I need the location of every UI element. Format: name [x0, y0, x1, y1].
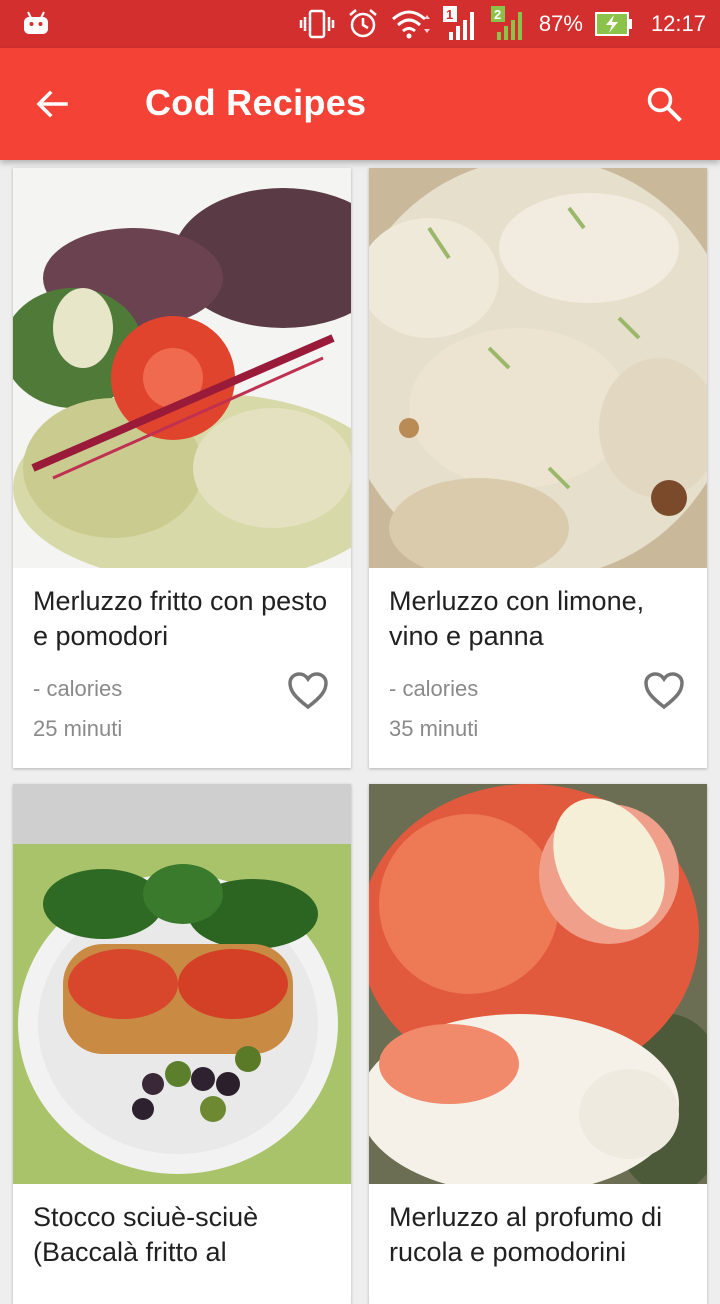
recipe-photo — [369, 784, 707, 1184]
recipe-time: 35 minuti — [389, 716, 479, 741]
heart-outline-icon — [644, 672, 684, 710]
recipe-photo — [13, 784, 351, 1184]
recipe-card[interactable]: Merluzzo con limone, vino e panna - calo… — [369, 168, 707, 768]
recipe-photo — [13, 168, 351, 568]
recipe-card[interactable]: Merluzzo fritto con pesto e pomodori - c… — [13, 168, 351, 768]
search-button[interactable] — [636, 76, 692, 132]
vibrate-icon — [299, 9, 335, 39]
app-bar: Cod Recipes — [0, 48, 720, 160]
battery-percent: 87% — [538, 11, 583, 36]
status-bar: 1 2 87% 12:17 — [0, 0, 720, 48]
clock: 12:17 — [650, 11, 706, 36]
recipe-title: Merluzzo fritto con pesto e pomodori — [33, 586, 328, 651]
favorite-button[interactable] — [285, 668, 331, 714]
recipe-title: Merluzzo al profumo di rucola e pomodori… — [389, 1202, 663, 1267]
favorite-button[interactable] — [641, 668, 687, 714]
arrow-back-icon — [36, 90, 68, 118]
page-title: Cod Recipes — [145, 82, 367, 123]
android-notification-icon — [24, 11, 48, 34]
battery-charging-icon — [594, 12, 632, 36]
sim2-signal-icon: 2 — [490, 6, 522, 40]
recipe-title: Merluzzo con limone, vino e panna — [389, 586, 645, 651]
wifi-icon — [391, 10, 430, 39]
recipe-card[interactable]: Stocco sciuè-sciuè (Baccalà fritto al — [13, 784, 351, 1304]
alarm-icon — [349, 9, 377, 38]
svg-text:1: 1 — [446, 7, 453, 22]
back-button[interactable] — [24, 76, 80, 132]
recipe-card[interactable]: Merluzzo al profumo di rucola e pomodori… — [369, 784, 707, 1304]
recipe-photo — [369, 168, 707, 568]
recipe-time: 25 minuti — [33, 716, 123, 741]
heart-outline-icon — [288, 672, 328, 710]
recipe-title: Stocco sciuè-sciuè (Baccalà fritto al — [33, 1202, 259, 1267]
svg-text:2: 2 — [494, 7, 501, 22]
sim1-signal-icon: 1 — [442, 6, 474, 40]
search-icon — [647, 87, 682, 122]
